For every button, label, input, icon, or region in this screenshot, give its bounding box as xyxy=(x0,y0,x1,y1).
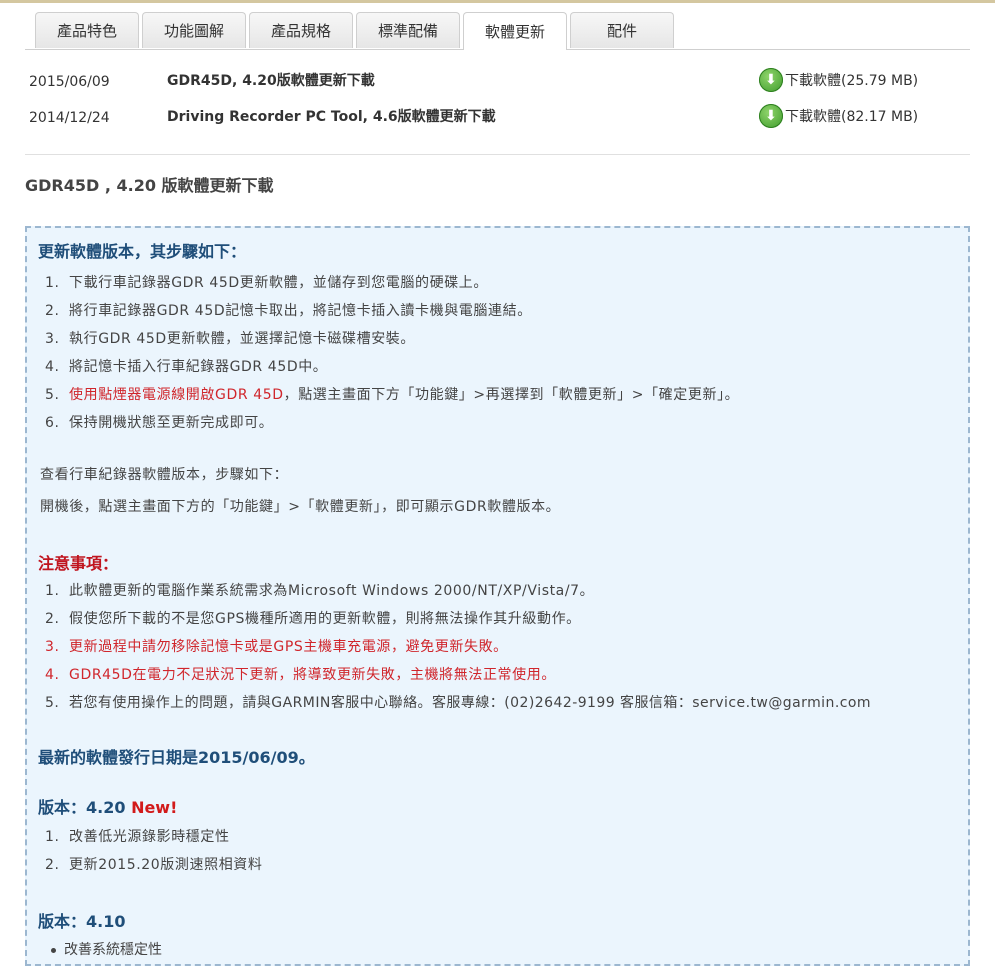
check-version-heading: 查看行車紀錄器軟體版本，步驟如下： xyxy=(40,467,289,483)
tab-specs[interactable]: 產品規格 xyxy=(249,12,353,48)
divider xyxy=(25,154,970,155)
list-item: 4. 將記憶卡插入行車紀錄器GDR 45D中。 xyxy=(45,359,328,375)
notes-heading: 注意事項： xyxy=(38,554,119,573)
version-420-list: 1. 改善低光源錄影時穩定性 2. 更新2015.20版測速照相資料 xyxy=(45,826,263,882)
download-link-text[interactable]: 下載軟體(25.79 MB) xyxy=(785,70,918,90)
list-item: 2. 將行車記錄器GDR 45D記憶卡取出，將記憶卡插入讀卡機與電腦連結。 xyxy=(45,303,532,319)
top-accent-line xyxy=(0,0,995,3)
steps-heading: 更新軟體版本，其步驟如下： xyxy=(38,242,247,261)
list-item: 2. 更新2015.20版測速照相資料 xyxy=(45,857,263,873)
section-title: GDR45D , 4.20 版軟體更新下載 xyxy=(25,176,274,195)
list-item: 1. 下載行車記錄器GDR 45D更新軟體，並儲存到您電腦的硬碟上。 xyxy=(45,275,488,291)
download-title: GDR45D, 4.20版軟體更新下載 xyxy=(167,73,375,89)
download-arrow-icon[interactable]: ⬇ xyxy=(759,68,783,92)
tab-bar: 產品特色 功能圖解 產品規格 標準配備 軟體更新 配件 xyxy=(35,12,677,50)
list-item: 2. 假使您所下載的不是您GPS機種所適用的更新軟體，則將無法操作其升級動作。 xyxy=(45,611,581,627)
tab-features[interactable]: 產品特色 xyxy=(35,12,139,48)
download-link[interactable]: ⬇ 下載軟體(25.79 MB) xyxy=(759,68,918,92)
steps-list: 1. 下載行車記錄器GDR 45D更新軟體，並儲存到您電腦的硬碟上。 2. 將行車記… xyxy=(45,272,739,440)
version-410-heading: 版本：4.10 xyxy=(38,912,126,931)
download-date: 2014/12/24 xyxy=(29,110,110,126)
download-arrow-icon[interactable]: ⬇ xyxy=(759,104,783,128)
tab-diagram[interactable]: 功能圖解 xyxy=(142,12,246,48)
download-row: 2014/12/24 Driving Recorder PC Tool, 4.6… xyxy=(29,104,970,132)
list-item: 6. 保持開機狀態至更新完成即可。 xyxy=(45,415,274,431)
list-item: 5. 使用點煙器電源線開啟GDR 45D，點選主畫面下方「功能鍵」>再選擇到「軟體… xyxy=(45,387,740,403)
list-item: 5. 若您有使用操作上的問題，請與GARMIN客服中心聯絡。客服專線：(02)26… xyxy=(45,695,871,711)
version-420-heading: 版本：4.20 New! xyxy=(38,798,178,817)
tab-standard-equipment[interactable]: 標準配備 xyxy=(356,12,460,48)
tab-software-update[interactable]: 軟體更新 xyxy=(463,12,567,50)
tab-accessories[interactable]: 配件 xyxy=(570,12,674,48)
bullet-icon xyxy=(51,947,56,953)
download-link[interactable]: ⬇ 下載軟體(82.17 MB) xyxy=(759,104,918,128)
download-row: 2015/06/09 GDR45D, 4.20版軟體更新下載 ⬇ 下載軟體(25… xyxy=(29,68,970,96)
new-badge: New! xyxy=(131,798,178,817)
list-item: 4. GDR45D在電力不足狀況下更新，將導致更新失敗，主機將無法正常使用。 xyxy=(45,667,556,683)
list-item: 改善系統穩定性 xyxy=(51,939,162,959)
download-link-text[interactable]: 下載軟體(82.17 MB) xyxy=(785,106,918,126)
list-item: 3. 更新過程中請勿移除記憶卡或是GPS主機車充電源，避免更新失敗。 xyxy=(45,639,508,655)
list-item: 1. 改善低光源錄影時穩定性 xyxy=(45,829,230,845)
release-date-heading: 最新的軟體發行日期是2015/06/09。 xyxy=(38,748,315,767)
list-item: 1. 此軟體更新的電腦作業系統需求為Microsoft Windows 2000/… xyxy=(45,583,595,599)
check-version-text: 開機後，點選主畫面下方的「功能鍵」>「軟體更新」，即可顯示GDR軟體版本。 xyxy=(40,499,561,515)
update-info-box: 更新軟體版本，其步驟如下： 1. 下載行車記錄器GDR 45D更新軟體，並儲存到您… xyxy=(25,226,970,966)
download-date: 2015/06/09 xyxy=(29,74,110,90)
list-item: 3. 執行GDR 45D更新軟體，並選擇記憶卡磁碟槽安裝。 xyxy=(45,331,415,347)
notes-list: 1. 此軟體更新的電腦作業系統需求為Microsoft Windows 2000/… xyxy=(45,580,871,720)
download-title: Driving Recorder PC Tool, 4.6版軟體更新下載 xyxy=(167,109,496,125)
